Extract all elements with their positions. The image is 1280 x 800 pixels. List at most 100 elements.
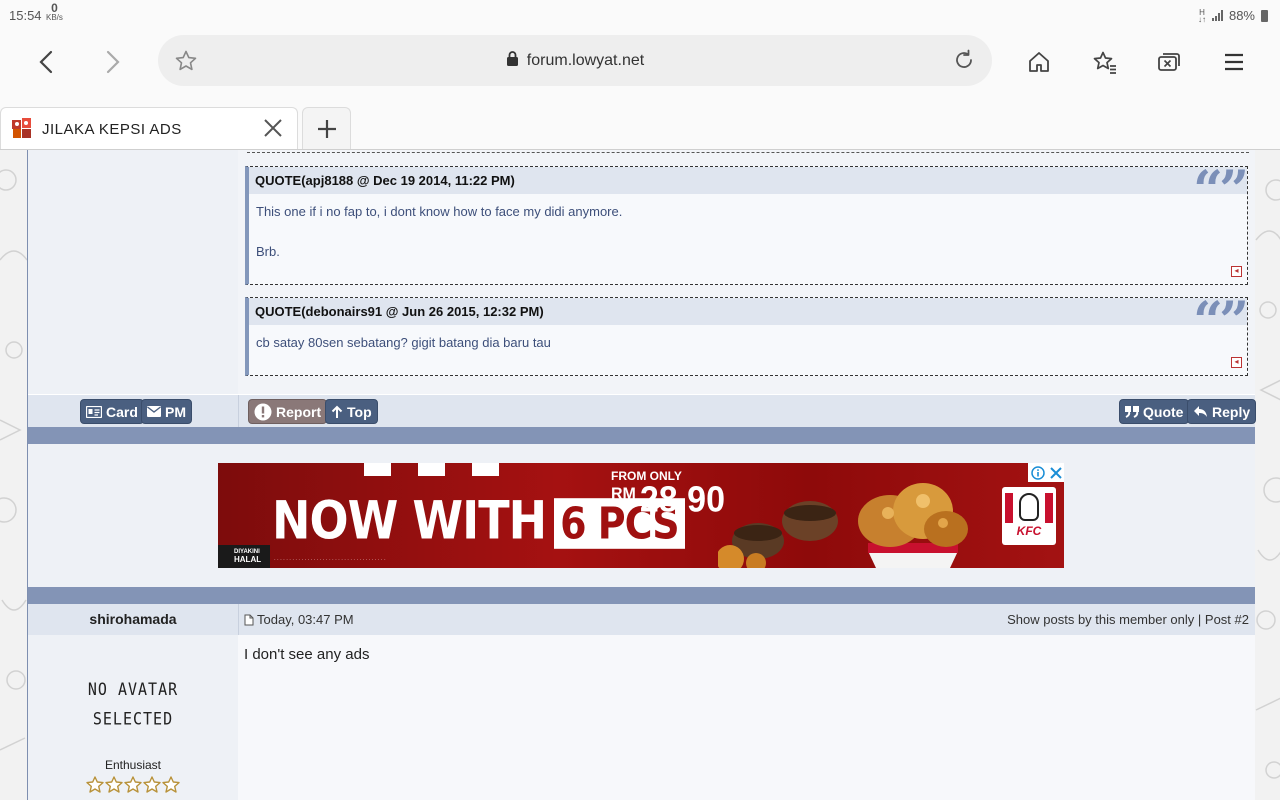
report-button[interactable]: Report [248,399,328,424]
post-number-link[interactable]: Post #2 [1205,612,1249,627]
info-icon[interactable] [1030,465,1045,480]
star-icon [124,776,142,793]
halal-text: HALAL [234,555,262,564]
halal-badge: DIYAKINI HALAL [218,545,270,568]
meta-separator: | [1197,612,1202,627]
reload-icon[interactable] [952,48,976,72]
post-2-content-column: I don't see any ads [238,635,1255,800]
bookmarks-icon [1093,51,1116,74]
url-text: forum.lowyat.net [526,52,645,69]
fried-chicken-image [718,483,968,568]
reply-button[interactable]: Reply [1187,399,1257,424]
quote-body: This one if i no fap to, i dont know how… [249,194,1247,262]
quote-icon [1125,405,1139,418]
tab-active[interactable]: JILAKA KEPSI ADS [0,107,298,149]
ad-stripes [364,463,499,476]
star-icon [143,776,161,793]
ad-fine-print: · · · · · · · · · · · · · · · · · · · · … [274,557,386,563]
post-divider-bar [28,427,1255,444]
plus-icon [317,119,336,138]
go-to-quote-icon[interactable]: ◂ [1231,266,1242,277]
reply-label: Reply [1212,403,1251,420]
pm-label: PM [165,403,186,420]
report-label: Report [276,403,322,420]
previous-quote-edge [247,150,1249,153]
no-avatar-placeholder: NO AVATAR SELECTED [28,674,238,734]
address-bar[interactable]: forum.lowyat.net [158,35,992,86]
back-icon [39,50,53,74]
avatar-line: NO AVATAR [87,678,179,700]
status-time: 15:54 [9,8,42,23]
home-button[interactable] [1021,44,1057,80]
background-pattern-right [1255,179,1280,779]
bookmarks-button[interactable] [1087,44,1123,80]
menu-icon [1225,53,1243,71]
forward-icon [106,50,120,74]
quote-body: cb satay 80sen sebatang? gigit batang di… [249,325,1247,353]
back-button[interactable] [29,44,65,80]
column-divider [238,604,239,635]
quote-line: Brb. [256,244,280,259]
post-meta: Show posts by this member only | Post #2 [1007,612,1249,627]
ad-currency: RM [611,485,636,504]
quote-block-1: QUOTE(apj8188 @ Dec 19 2014, 11:22 PM) T… [245,160,1249,285]
star-icon [86,776,104,793]
forum-container: QUOTE(apj8188 @ Dec 19 2014, 11:22 PM) T… [27,150,1257,800]
lock-icon [506,51,518,66]
post-1-author-column [28,150,238,394]
post-2-author-column: NO AVATAR SELECTED Enthusiast [28,635,238,800]
forward-button[interactable] [94,44,130,80]
member-rank: Enthusiast [104,758,162,772]
post-content: I don't see any ads [244,646,370,663]
post-username[interactable]: shirohamada [28,611,238,627]
id-card-icon [86,405,102,418]
show-posts-link[interactable]: Show posts by this member only [1007,612,1194,627]
background-pattern-left [0,169,27,751]
quote-line: cb satay 80sen sebatang? gigit batang di… [256,335,551,350]
arrow-up-icon [331,405,343,418]
ad-choices[interactable] [1028,463,1064,482]
battery-level: 88% [1228,8,1255,23]
ad-price-value: 28.90 [639,480,725,520]
network-type-icon: H ↓↑ [1197,7,1206,24]
battery-icon [1261,9,1268,22]
rank-stars [86,776,180,793]
quote-line: This one if i no fap to, i dont know how… [256,204,623,219]
close-icon[interactable] [261,116,285,140]
ad-zone: NOW WITH 6 PCS FROM ONLY RM 28.90 KFC DI… [28,444,1255,587]
post-date-text[interactable]: Today, 03:47 PM [257,612,354,627]
signal-icon [1211,10,1223,21]
kfc-advertisement[interactable]: NOW WITH 6 PCS FROM ONLY RM 28.90 KFC DI… [218,463,1064,568]
document-icon [244,614,254,625]
tabs-icon [1158,53,1180,71]
web-page: QUOTE(apj8188 @ Dec 19 2014, 11:22 PM) T… [0,149,1280,800]
card-button[interactable]: Card [80,399,144,424]
top-button[interactable]: Top [325,399,378,424]
browser-toolbar: forum.lowyat.net [0,32,1280,92]
go-to-quote-icon[interactable]: ◂ [1231,357,1242,368]
post-1-button-bar: Card PM Report Top Quote Reply [28,394,1257,428]
ad-price: RM 28.90 [611,480,725,521]
favicon-icon [12,118,31,138]
quote-marks-icon: “” [1193,160,1249,221]
quote-header: QUOTE(apj8188 @ Dec 19 2014, 11:22 PM) [249,167,1247,194]
quote-block-2: QUOTE(debonairs91 @ Jun 26 2015, 12:32 P… [245,296,1249,376]
new-tab-button[interactable] [302,107,351,149]
pm-button[interactable]: PM [141,399,192,424]
star-icon [105,776,123,793]
url-display[interactable]: forum.lowyat.net [158,51,992,70]
reply-icon [1194,406,1207,417]
close-ad-icon[interactable] [1049,466,1062,479]
post-date: Today, 03:47 PM [244,612,354,627]
tab-strip: JILAKA KEPSI ADS [0,92,1280,149]
envelope-icon [147,406,161,417]
menu-button[interactable] [1216,44,1252,80]
kfc-logo: KFC [1002,487,1056,545]
kfc-logo-text: KFC [1016,524,1042,538]
quote-header: QUOTE(debonairs91 @ Jun 26 2015, 12:32 P… [249,298,1247,325]
status-right: H ↓↑ 88% [1198,8,1268,23]
home-icon [1029,52,1049,72]
post-2-header: shirohamada Today, 03:47 PM Show posts b… [28,604,1255,635]
quote-button[interactable]: Quote [1119,399,1190,424]
tabs-button[interactable] [1151,44,1187,80]
